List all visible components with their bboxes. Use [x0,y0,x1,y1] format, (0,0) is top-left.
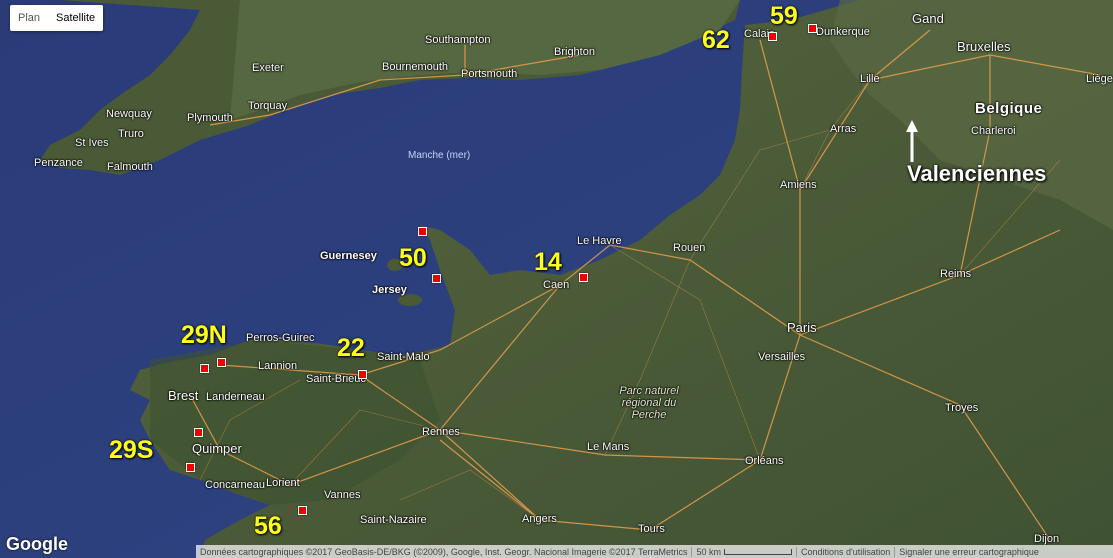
place-label: Orléans [745,455,784,467]
place-label: Newquay [106,108,152,120]
google-logo: Google [6,534,68,554]
department-marker[interactable] [200,364,209,373]
department-marker[interactable] [217,358,226,367]
place-label: Caen [543,279,570,291]
place-label: Saint-Nazaire [360,514,427,526]
place-label: Le Mans [587,441,630,453]
park-label: Parc naturel régional du Perche [619,385,679,421]
place-label: St Ives [75,137,109,149]
place-label: Lannion [258,360,298,372]
department-marker[interactable] [808,24,817,33]
place-label: Arras [830,123,857,135]
department-label: 56 [254,512,282,540]
department-label: 29S [109,436,154,464]
place-label: Paris [787,320,817,335]
place-label: Landerneau [206,391,265,403]
place-label: Liège [1086,73,1113,85]
department-label: 29N [181,321,227,349]
place-label: Dijon [1034,533,1060,545]
island-label: Jersey [372,284,407,296]
department-marker[interactable] [358,370,367,379]
department-marker[interactable] [432,274,441,283]
place-label: Dunkerque [816,26,870,38]
place-label: Torquay [248,100,288,112]
map-type-satellite-button[interactable]: Satellite [48,5,103,31]
place-label: Rennes [422,426,460,438]
place-label: Versailles [758,351,806,363]
department-marker[interactable] [194,428,203,437]
place-label: Amiens [780,179,817,191]
place-label: Penzance [34,157,83,169]
place-label: Vannes [324,489,361,501]
place-label: Quimper [192,441,242,456]
department-label: 22 [337,334,365,362]
map-type-control: Plan Satellite [10,5,104,31]
sea-label: Manche (mer) [408,150,471,161]
department-marker[interactable] [298,506,307,515]
place-label: Bournemouth [382,61,449,73]
place-label: Saint-Malo [377,351,430,363]
place-label: Saint-Brieuc [306,373,366,385]
department-label: 50 [399,244,427,272]
place-label: Rouen [673,242,706,254]
department-marker[interactable] [579,273,588,282]
place-label: Brighton [554,46,595,58]
place-label: Troyes [945,402,979,414]
place-label: Exeter [252,62,284,74]
place-label: Le Havre [577,235,622,247]
place-label: Tours [638,523,665,535]
scale-bar [724,549,792,556]
place-label: Reims [940,268,972,280]
country-label: Belgique [975,100,1043,117]
place-label: Angers [522,513,557,525]
valenciennes-annotation: Valenciennes [907,161,1047,186]
place-label: Lille [860,73,880,85]
place-label: Bruxelles [957,39,1011,54]
department-label: 62 [702,26,730,54]
terms-link[interactable]: Conditions d'utilisation [797,547,894,557]
place-label: Concarneau [205,479,265,491]
scale-control[interactable]: 50 km [692,547,796,557]
island-label: Guernesey [320,250,377,262]
place-label: Brest [168,388,199,403]
scale-label: 50 km [696,546,721,557]
department-label: 59 [770,2,798,30]
place-label: Gand [912,11,944,26]
department-label: 14 [534,248,562,276]
map-type-plan-button[interactable]: Plan [10,5,48,31]
place-label: Southampton [425,34,491,46]
attribution-text: Données cartographiques ©2017 GeoBasis-D… [200,546,688,557]
place-label: Portsmouth [461,68,518,80]
place-label: Truro [118,128,144,140]
department-marker[interactable] [768,32,777,41]
department-marker[interactable] [418,227,427,236]
report-error-link[interactable]: Signaler une erreur cartographique [895,547,1043,557]
place-label: Plymouth [187,112,233,124]
place-label: Lorient [266,477,300,489]
place-label: Charleroi [971,125,1016,137]
place-label: Perros-Guirec [246,332,315,344]
place-label: Falmouth [107,161,153,173]
map-footer: Données cartographiques ©2017 GeoBasis-D… [196,545,1113,558]
department-marker[interactable] [186,463,195,472]
